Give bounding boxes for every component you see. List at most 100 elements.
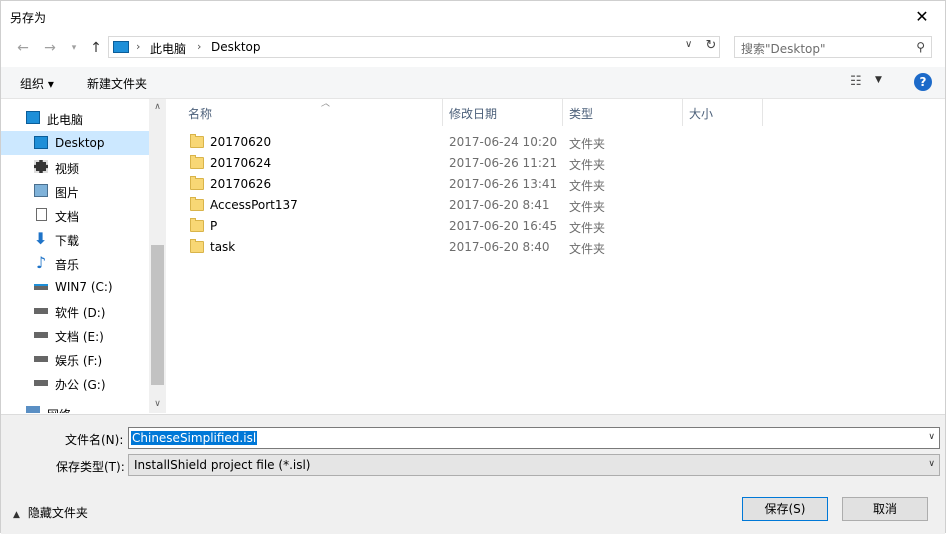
toolbar: 组织 ▾ 新建文件夹 ☷ ▼ ? bbox=[1, 67, 945, 99]
nav-item-music[interactable]: ♪ 音乐 bbox=[1, 251, 149, 275]
chevron-up-icon: ▲ bbox=[13, 510, 20, 520]
nav-item-label: 音乐 bbox=[55, 258, 80, 272]
file-name: P bbox=[210, 219, 218, 233]
table-row[interactable]: 20170624 2017-06-26 11:21 文件夹 bbox=[183, 153, 783, 174]
table-row[interactable]: 20170626 2017-06-26 13:41 文件夹 bbox=[183, 174, 783, 195]
search-icon[interactable]: ⚲ bbox=[916, 40, 925, 54]
title-bar: 另存为 ✕ bbox=[1, 1, 945, 31]
drive-icon bbox=[34, 380, 48, 386]
breadcrumb-this-pc[interactable]: 此电脑 bbox=[150, 40, 186, 57]
nav-item-label: 网络 bbox=[47, 406, 71, 413]
table-row[interactable]: task 2017-06-20 8:40 文件夹 bbox=[183, 237, 783, 258]
nav-item-downloads[interactable]: ⬇ 下载 bbox=[1, 227, 149, 251]
table-row[interactable]: P 2017-06-20 16:45 文件夹 bbox=[183, 216, 783, 237]
column-header-label: 大小 bbox=[689, 107, 714, 121]
nav-item-drive-e[interactable]: 文档 (E:) bbox=[1, 323, 149, 347]
back-arrow-icon[interactable]: ← bbox=[12, 38, 34, 58]
nav-item-label: Desktop bbox=[55, 136, 105, 150]
drive-icon bbox=[34, 308, 48, 314]
filename-label: 文件名(N): bbox=[65, 433, 124, 447]
scroll-down-icon[interactable]: ∨ bbox=[149, 396, 166, 413]
filename-input[interactable]: ChineseSimplified.isl bbox=[131, 431, 258, 445]
chevron-down-icon[interactable]: ∨ bbox=[928, 432, 935, 442]
documents-icon bbox=[36, 208, 47, 221]
column-header-name[interactable]: 名称 ︿ bbox=[181, 99, 443, 126]
nav-item-label: 娱乐 (F:) bbox=[55, 354, 103, 368]
folder-icon bbox=[190, 155, 204, 169]
help-icon[interactable]: ? bbox=[914, 73, 932, 91]
view-options-icon[interactable]: ☷ bbox=[850, 74, 862, 89]
column-header-date[interactable]: 修改日期 bbox=[442, 99, 563, 126]
file-date: 2017-06-20 8:41 bbox=[449, 198, 550, 212]
drive-icon bbox=[34, 332, 48, 338]
column-header-size[interactable]: 大小 bbox=[682, 99, 763, 126]
nav-item-this-pc[interactable]: 此电脑 bbox=[1, 106, 149, 130]
search-input[interactable]: 搜索"Desktop" bbox=[741, 40, 826, 57]
nav-item-network[interactable]: 网络 bbox=[1, 401, 149, 413]
nav-item-label: 此电脑 bbox=[47, 113, 84, 127]
pictures-icon bbox=[34, 184, 48, 197]
file-name: 20170626 bbox=[210, 177, 272, 191]
column-header-label: 名称 bbox=[188, 107, 213, 121]
cancel-button[interactable]: 取消 bbox=[842, 497, 928, 521]
recent-locations-icon[interactable]: ▾ bbox=[63, 38, 85, 58]
nav-item-documents[interactable]: 文档 bbox=[1, 203, 149, 227]
file-date: 2017-06-24 10:20 bbox=[449, 135, 558, 149]
breadcrumb-separator[interactable]: › bbox=[197, 40, 201, 53]
nav-item-drive-f[interactable]: 娱乐 (F:) bbox=[1, 347, 149, 371]
nav-item-drive-d[interactable]: 软件 (D:) bbox=[1, 299, 149, 323]
nav-item-label: 视频 bbox=[55, 162, 80, 176]
file-name: AccessPort137 bbox=[210, 198, 298, 212]
video-icon bbox=[34, 160, 48, 173]
chevron-down-icon[interactable]: ∨ bbox=[685, 39, 692, 50]
chevron-down-icon[interactable]: ∨ bbox=[928, 459, 935, 469]
column-header-label: 类型 bbox=[569, 107, 594, 121]
up-arrow-icon[interactable]: ↑ bbox=[85, 38, 107, 58]
file-type: 文件夹 bbox=[569, 179, 606, 193]
column-header-type[interactable]: 类型 bbox=[562, 99, 683, 126]
file-name: 20170620 bbox=[210, 135, 272, 149]
hide-folders-toggle[interactable]: ▲ 隐藏文件夹 bbox=[13, 504, 88, 521]
save-button[interactable]: 保存(S) bbox=[742, 497, 828, 521]
scroll-thumb[interactable] bbox=[151, 245, 164, 385]
filetype-select[interactable]: InstallShield project file (*.isl) ∨ bbox=[128, 454, 940, 476]
forward-arrow-icon[interactable]: → bbox=[39, 38, 61, 58]
nav-item-pictures[interactable]: 图片 bbox=[1, 179, 149, 203]
save-as-dialog: 另存为 ✕ ← → ▾ ↑ › 此电脑 › Desktop ∨ ↻ 搜索"Des… bbox=[0, 0, 946, 534]
download-icon: ⬇ bbox=[34, 229, 48, 248]
folder-icon bbox=[190, 176, 204, 190]
nav-item-desktop[interactable]: Desktop bbox=[1, 131, 149, 155]
refresh-icon[interactable]: ↻ bbox=[703, 38, 719, 56]
filename-field[interactable]: ChineseSimplified.isl ∨ bbox=[128, 427, 940, 449]
nav-item-label: 文档 bbox=[55, 210, 80, 224]
drive-icon bbox=[34, 356, 48, 362]
nav-item-drive-g[interactable]: 办公 (G:) bbox=[1, 371, 149, 395]
file-name: 20170624 bbox=[210, 156, 272, 170]
network-icon bbox=[26, 406, 40, 413]
nav-item-drive-c[interactable]: WIN7 (C:) bbox=[1, 275, 149, 299]
table-row[interactable]: AccessPort137 2017-06-20 8:41 文件夹 bbox=[183, 195, 783, 216]
file-type: 文件夹 bbox=[569, 242, 606, 256]
scroll-up-icon[interactable]: ∧ bbox=[149, 99, 166, 116]
search-box[interactable]: 搜索"Desktop" ⚲ bbox=[734, 36, 932, 58]
breadcrumb-separator[interactable]: › bbox=[136, 40, 140, 53]
close-icon[interactable]: ✕ bbox=[899, 1, 945, 31]
nav-item-label: WIN7 (C:) bbox=[55, 280, 113, 294]
file-date: 2017-06-20 8:40 bbox=[449, 240, 550, 254]
desktop-icon bbox=[34, 136, 48, 149]
nav-item-label: 图片 bbox=[55, 186, 80, 200]
nav-item-videos[interactable]: 视频 bbox=[1, 155, 149, 179]
chevron-down-icon[interactable]: ▼ bbox=[875, 75, 882, 85]
address-bar[interactable]: › 此电脑 › Desktop ∨ ↻ bbox=[108, 36, 720, 58]
breadcrumb-desktop[interactable]: Desktop bbox=[211, 40, 261, 54]
file-type: 文件夹 bbox=[569, 158, 606, 172]
filetype-label: 保存类型(T): bbox=[56, 460, 125, 474]
file-name: task bbox=[210, 240, 236, 254]
folder-icon bbox=[190, 134, 204, 148]
organize-button[interactable]: 组织 ▾ bbox=[20, 75, 54, 92]
table-row[interactable]: 20170620 2017-06-24 10:20 文件夹 bbox=[183, 132, 783, 153]
navigation-pane: 此电脑 Desktop 视频 图片 文档 ⬇ 下载 ♪ 音乐 WIN7 (C:) bbox=[1, 99, 167, 413]
nav-scrollbar[interactable]: ∧ ∨ bbox=[149, 99, 166, 413]
new-folder-button[interactable]: 新建文件夹 bbox=[87, 75, 147, 92]
folder-icon bbox=[190, 239, 204, 253]
